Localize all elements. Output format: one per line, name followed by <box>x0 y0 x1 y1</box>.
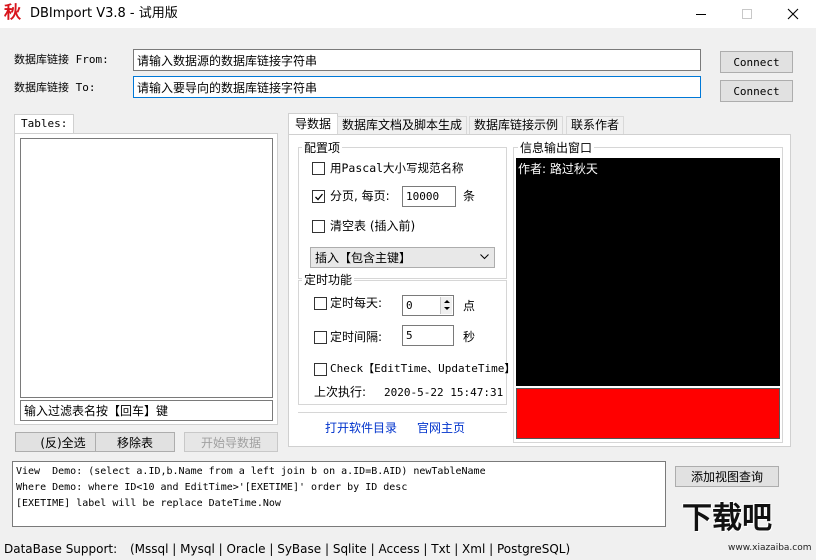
daily-checkbox[interactable] <box>314 297 327 310</box>
paging-label: 分页, 每页: <box>330 189 390 203</box>
last-run-label: 上次执行: <box>314 385 367 399</box>
close-button[interactable] <box>770 0 816 28</box>
interval-label: 定时间隔: <box>330 330 383 344</box>
from-label: 数据库链接 From: <box>14 53 109 66</box>
timer-group-label: 定时功能 <box>302 272 355 288</box>
daily-hour-value: 0 <box>406 299 413 312</box>
from-connection-value: 请输入数据源的数据库链接字符串 <box>137 53 318 68</box>
stepper-arrows[interactable] <box>440 297 452 314</box>
maximize-button <box>724 0 770 28</box>
interval-value: 5 <box>406 329 413 342</box>
watermark-logo: 下载吧 <box>682 501 772 536</box>
remove-table-button[interactable]: 移除表 <box>95 432 175 452</box>
pascal-checkbox[interactable] <box>312 162 325 175</box>
interval-unit: 秒 <box>463 330 476 344</box>
status-indicator <box>516 388 780 439</box>
check-edittime-label: Check【EditTime、UpdateTime】 <box>330 362 516 375</box>
close-icon <box>787 8 799 20</box>
daily-unit: 点 <box>463 299 476 313</box>
add-view-query-button[interactable]: 添加视图查询 <box>675 466 779 487</box>
title-bar[interactable]: 秋 DBImport V3.8 - 试用版 <box>0 0 816 28</box>
daily-label: 定时每天: <box>330 296 383 310</box>
table-filter-input[interactable]: 输入过滤表名按【回车】键 <box>20 400 273 421</box>
app-logo-icon: 秋 <box>4 3 21 23</box>
stepper-down-icon[interactable] <box>441 305 453 313</box>
from-connection-input[interactable]: 请输入数据源的数据库链接字符串 <box>133 49 701 71</box>
tab-import[interactable]: 导数据 <box>288 113 339 135</box>
output-console[interactable]: 作者: 路过秋天 <box>516 158 780 386</box>
watermark: 下载吧 www.xiazaiba.com <box>676 501 816 557</box>
stepper-up-icon[interactable] <box>441 297 453 305</box>
footer-label: DataBase Support: <box>4 542 118 556</box>
connect-to-button[interactable]: Connect <box>720 80 793 102</box>
tab-tables[interactable]: Tables: <box>14 114 75 134</box>
clear-table-label: 清空表 (插入前) <box>330 219 416 233</box>
connect-from-button[interactable]: Connect <box>720 51 793 73</box>
maximize-icon <box>742 9 752 19</box>
tab-link-examples[interactable]: 数据库链接示例 <box>469 116 564 135</box>
minimize-icon <box>696 13 706 15</box>
tab-contact[interactable]: 联系作者 <box>566 116 625 135</box>
chevron-down-icon <box>480 254 489 260</box>
paging-size-value: 10000 <box>406 190 440 203</box>
interval-input[interactable]: 5 <box>402 325 454 346</box>
start-import-button: 开始导数据 <box>184 432 278 452</box>
insert-mode-value: 插入【包含主键】 <box>315 251 412 265</box>
to-connection-value: 请输入要导向的数据库链接字符串 <box>137 80 318 95</box>
window-title: DBImport V3.8 - 试用版 <box>30 6 178 21</box>
config-group-label: 配置项 <box>302 140 343 156</box>
pascal-label: 用Pascal大小写规范名称 <box>330 161 464 175</box>
insert-mode-select[interactable]: 插入【包含主键】 <box>310 247 495 268</box>
paging-size-input[interactable]: 10000 <box>402 186 456 207</box>
open-directory-link[interactable]: 打开软件目录 <box>325 420 397 436</box>
check-edittime-checkbox[interactable] <box>314 363 327 376</box>
table-filter-value: 输入过滤表名按【回车】键 <box>24 404 169 418</box>
paging-checkbox[interactable] <box>312 190 325 203</box>
output-group-label: 信息输出窗口 <box>518 140 595 156</box>
tab-doc-script[interactable]: 数据库文档及脚本生成 <box>337 116 468 135</box>
clear-table-checkbox[interactable] <box>312 220 325 233</box>
to-label: 数据库链接 To: <box>14 81 96 94</box>
paging-unit: 条 <box>463 189 476 203</box>
interval-checkbox[interactable] <box>314 331 327 344</box>
to-connection-input[interactable]: 请输入要导向的数据库链接字符串 <box>133 76 701 98</box>
minimize-button[interactable] <box>678 0 724 28</box>
checkmark-icon <box>314 193 323 200</box>
last-run-value: 2020-5-22 15:47:31 <box>384 386 504 399</box>
output-text: 作者: 路过秋天 <box>518 162 598 176</box>
homepage-link[interactable]: 官网主页 <box>417 420 465 436</box>
daily-hour-stepper[interactable]: 0 <box>402 295 454 316</box>
watermark-url: www.xiazaiba.com <box>728 543 812 553</box>
supported-databases: (Mssql | Mysql | Oracle | SyBase | Sqlit… <box>130 542 571 556</box>
log-textarea[interactable]: View Demo: (select a.ID,b.Name from a le… <box>12 461 666 527</box>
tables-list[interactable] <box>20 138 273 398</box>
